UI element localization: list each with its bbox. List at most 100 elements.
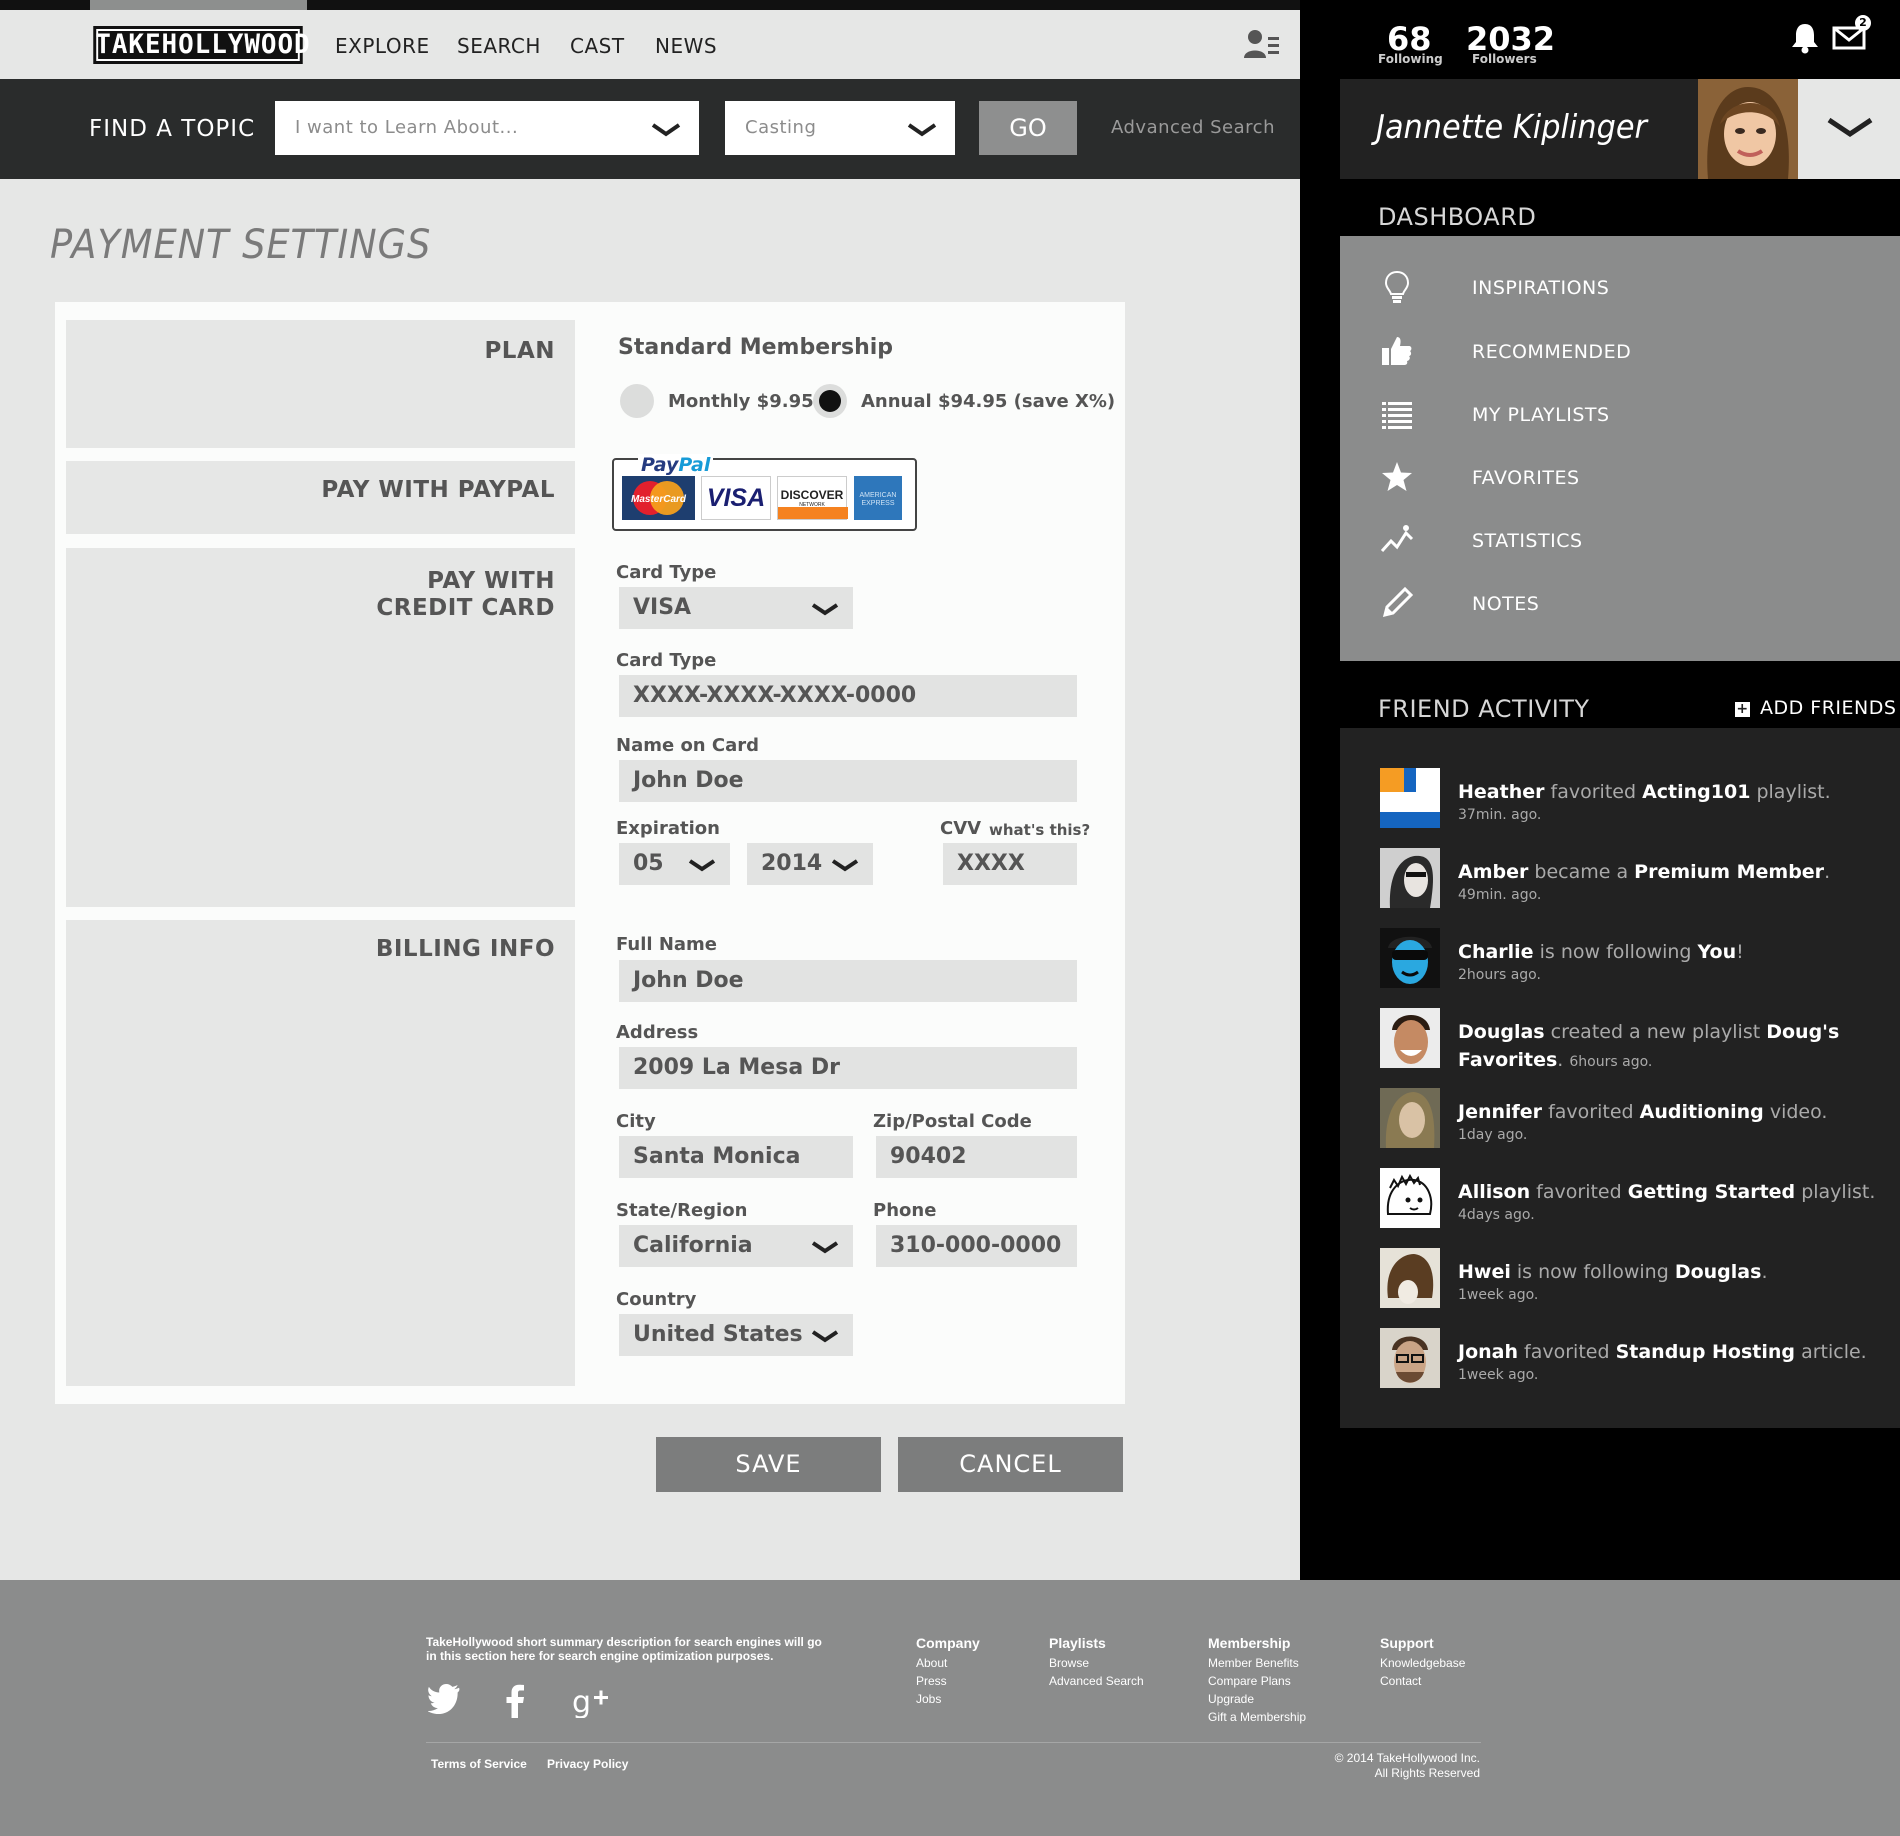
zip-input[interactable]: 90402 xyxy=(876,1136,1077,1178)
list-icon xyxy=(1382,402,1412,429)
nav-explore[interactable]: EXPLORE xyxy=(335,34,430,58)
credit-card-section-label: PAY WITH CREDIT CARD xyxy=(376,568,555,622)
annual-radio-label[interactable]: Annual $94.95 (save X%) xyxy=(861,391,1115,412)
cvv-help-link[interactable]: what's this? xyxy=(989,821,1090,839)
dash-item-statistics[interactable]: STATISTICS xyxy=(1380,521,1860,561)
dash-item-recommended[interactable]: RECOMMENDED xyxy=(1380,332,1860,372)
privacy-policy-link[interactable]: Privacy Policy xyxy=(547,1757,628,1771)
monthly-radio[interactable] xyxy=(620,384,654,418)
chevron-down-icon xyxy=(811,1241,839,1254)
footer-link-contact[interactable]: Contact xyxy=(1380,1672,1465,1690)
google-plus-icon[interactable]: g xyxy=(572,1684,610,1718)
nav-cast[interactable]: CAST xyxy=(570,34,625,58)
add-friends-button[interactable]: + ADD FRIENDS xyxy=(1735,697,1896,719)
activity-text: Charlie is now following You! 2hours ago. xyxy=(1458,938,1888,984)
monthly-radio-label[interactable]: Monthly $9.95 xyxy=(668,391,814,412)
nav-search[interactable]: SEARCH xyxy=(457,34,541,58)
activity-time: 6hours ago. xyxy=(1569,1054,1653,1070)
discover-logo: DISCOVER NETWORK xyxy=(777,476,848,520)
card-type-select[interactable]: VISA xyxy=(619,587,853,629)
activity-time: 1week ago. xyxy=(1458,1287,1539,1303)
chevron-down-icon xyxy=(688,859,716,872)
activity-time: 37min. ago. xyxy=(1458,807,1542,823)
user-name[interactable]: Jannette Kiplinger xyxy=(1376,107,1647,146)
cvv-input[interactable]: XXXX xyxy=(943,843,1077,885)
user-list-icon[interactable] xyxy=(1244,28,1280,60)
save-button[interactable]: SAVE xyxy=(656,1437,881,1492)
footer-link-member-benefits[interactable]: Member Benefits xyxy=(1208,1654,1306,1672)
nav-news[interactable]: NEWS xyxy=(655,34,717,58)
cancel-button[interactable]: CANCEL xyxy=(898,1437,1123,1492)
topic-select[interactable]: I want to Learn About... xyxy=(275,101,699,155)
dash-item-notes[interactable]: NOTES xyxy=(1380,584,1860,624)
exp-year-select[interactable]: 2014 xyxy=(747,843,873,885)
annual-radio[interactable] xyxy=(813,384,847,418)
footer-link-knowledgebase[interactable]: Knowledgebase xyxy=(1380,1654,1465,1672)
dash-item-inspirations[interactable]: INSPIRATIONS xyxy=(1380,268,1860,308)
activity-time: 2hours ago. xyxy=(1458,967,1541,983)
thumbs-up-icon xyxy=(1382,337,1412,365)
plan-name: Standard Membership xyxy=(618,335,894,360)
category-select[interactable]: Casting xyxy=(725,101,955,155)
footer-link-jobs[interactable]: Jobs xyxy=(916,1690,980,1708)
page-title: PAYMENT SETTINGS xyxy=(50,222,432,268)
card-number-label: Card Type xyxy=(616,650,717,671)
footer-link-compare-plans[interactable]: Compare Plans xyxy=(1208,1672,1306,1690)
user-menu-dropdown[interactable] xyxy=(1798,79,1900,179)
state-value: California xyxy=(633,1233,753,1258)
state-label: State/Region xyxy=(616,1200,748,1221)
chevron-down-icon xyxy=(811,1330,839,1343)
dash-item-my-playlists[interactable]: MY PLAYLISTS xyxy=(1380,395,1860,435)
advanced-search-link[interactable]: Advanced Search xyxy=(1111,117,1275,138)
footer-link-gift-membership[interactable]: Gift a Membership xyxy=(1208,1708,1306,1726)
activity-time: 1day ago. xyxy=(1458,1127,1528,1143)
activity-text: Amber became a Premium Member. 49min. ago… xyxy=(1458,858,1888,904)
facebook-icon[interactable] xyxy=(505,1684,525,1718)
zip-value: 90402 xyxy=(890,1144,967,1169)
avatar xyxy=(1380,1088,1440,1148)
find-topic-bar: FIND A TOPIC I want to Learn About... Ca… xyxy=(0,79,1300,179)
avatar[interactable] xyxy=(1698,79,1798,179)
svg-text:g: g xyxy=(572,1685,591,1718)
exp-month-select[interactable]: 05 xyxy=(619,843,730,885)
takehollywood-logo[interactable]: TAKEHOLLYWOOD xyxy=(93,26,310,64)
expiration-label: Expiration xyxy=(616,818,720,839)
name-on-card-input[interactable]: John Doe xyxy=(619,760,1077,802)
state-select[interactable]: California xyxy=(619,1225,853,1267)
visa-logo: VISA xyxy=(701,476,771,520)
footer-link-press[interactable]: Press xyxy=(916,1672,980,1690)
avatar xyxy=(1380,928,1440,988)
city-input[interactable]: Santa Monica xyxy=(619,1136,853,1178)
footer-link-browse[interactable]: Browse xyxy=(1049,1654,1144,1672)
card-number-input[interactable]: XXXX-XXXX-XXXX-0000 xyxy=(619,675,1077,717)
activity-text: Douglas created a new playlist Doug's Fa… xyxy=(1458,1021,1840,1071)
phone-value: 310-000-0000 xyxy=(890,1233,1062,1258)
credit-card-label-line1: PAY WITH xyxy=(427,568,555,594)
footer-link-upgrade[interactable]: Upgrade xyxy=(1208,1690,1306,1708)
full-name-input[interactable]: John Doe xyxy=(619,960,1077,1002)
footer-col-company: Company About Press Jobs xyxy=(916,1635,980,1708)
paypal-logo: PayPal xyxy=(638,454,714,476)
activity-text: Heather favorited Acting101 playlist. 37m… xyxy=(1458,778,1888,824)
twitter-icon[interactable] xyxy=(428,1684,462,1714)
dash-item-favorites[interactable]: FAVORITES xyxy=(1380,458,1860,498)
dash-item-label: MY PLAYLISTS xyxy=(1472,404,1610,426)
discover-stripe xyxy=(778,507,848,519)
copyright-line-2: All Rights Reserved xyxy=(1374,1766,1480,1780)
zip-label: Zip/Postal Code xyxy=(873,1111,1032,1132)
address-input[interactable]: 2009 La Mesa Dr xyxy=(619,1047,1077,1089)
footer-link-advanced-search[interactable]: Advanced Search xyxy=(1049,1672,1144,1690)
footer: TakeHollywood short summary description … xyxy=(0,1580,1900,1836)
footer-link-about[interactable]: About xyxy=(916,1654,980,1672)
paypal-section-label: PAY WITH PAYPAL xyxy=(321,477,555,503)
friend-activity-title: FRIEND ACTIVITY xyxy=(1378,695,1590,723)
terms-of-service-link[interactable]: Terms of Service xyxy=(431,1757,527,1771)
paypal-button[interactable]: PayPal MasterCard VISA DISCOVER NETWORK … xyxy=(612,454,917,531)
go-button[interactable]: GO xyxy=(979,101,1077,155)
main-content: TAKEHOLLYWOOD EXPLORE SEARCH CAST NEWS F… xyxy=(0,0,1300,1580)
bell-icon[interactable] xyxy=(1790,22,1820,54)
phone-label: Phone xyxy=(873,1200,937,1221)
country-select[interactable]: United States xyxy=(619,1314,853,1356)
phone-input[interactable]: 310-000-0000 xyxy=(876,1225,1077,1267)
avatar xyxy=(1380,768,1440,828)
